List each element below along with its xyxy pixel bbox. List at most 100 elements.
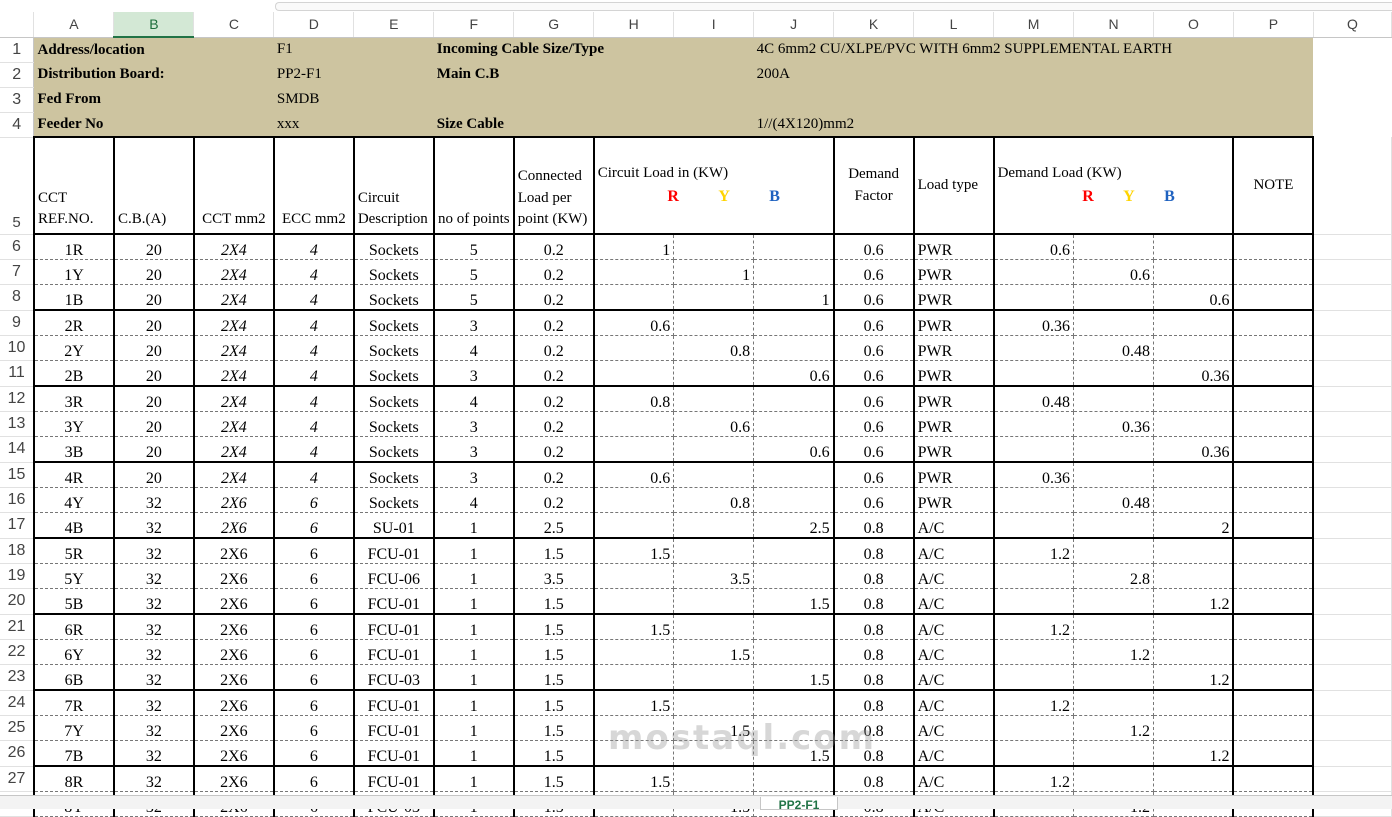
title-cct-mm2[interactable]: CCT mm2 (192, 136, 275, 235)
cell-demand-factor[interactable]: 0.8 (833, 614, 915, 640)
cell-description[interactable]: Sockets (353, 386, 435, 412)
cell-load-type[interactable]: A/C (913, 538, 995, 564)
empty-cell[interactable] (1313, 588, 1392, 615)
cell-load-type[interactable]: PWR (913, 360, 995, 387)
empty-cell[interactable] (1313, 310, 1392, 336)
cell-demand-y[interactable] (1073, 664, 1154, 691)
cell-ecc-mm2[interactable]: 6 (273, 740, 355, 767)
cell-description[interactable]: Sockets (353, 259, 435, 285)
cell-demand-r[interactable] (993, 335, 1075, 361)
cell-demand-r[interactable] (993, 259, 1075, 285)
cell-load-b[interactable]: 1.5 (753, 588, 835, 615)
cell-load-r[interactable] (593, 259, 675, 285)
cell-demand-b[interactable]: 1.2 (1153, 664, 1235, 691)
row-header[interactable]: 22 (0, 639, 35, 665)
row-header[interactable]: 12 (0, 386, 35, 412)
cell-load-type[interactable]: PWR (913, 234, 995, 260)
cell-load-type[interactable]: A/C (913, 715, 995, 741)
column-header[interactable]: E (353, 12, 435, 38)
cell-ecc-mm2[interactable]: 6 (273, 614, 355, 640)
cell-cct-mm2[interactable]: 2X6 (193, 766, 275, 792)
cell-demand-b[interactable] (1153, 538, 1235, 564)
cell-connected-load[interactable]: 0.2 (513, 386, 595, 412)
cell-cct-mm2[interactable]: 2X4 (193, 386, 275, 412)
column-header[interactable]: H (593, 12, 675, 38)
cell-cct-mm2[interactable]: 2X6 (193, 639, 275, 665)
cell-load-b[interactable] (753, 259, 835, 285)
cell-demand-r[interactable]: 1.2 (993, 766, 1075, 792)
cell-load-y[interactable] (673, 462, 755, 488)
cell-load-r[interactable]: 1.5 (593, 614, 675, 640)
cell-demand-y[interactable] (1073, 538, 1154, 564)
cell-demand-r[interactable]: 0.6 (993, 234, 1075, 260)
cell-demand-r[interactable]: 0.48 (993, 386, 1075, 412)
cell-cct-ref[interactable]: 6R (32, 614, 115, 640)
main-cb-value[interactable]: 200A (753, 62, 1314, 87)
empty-cell[interactable] (1313, 234, 1392, 260)
cell-points[interactable]: 1 (433, 639, 515, 665)
row-header[interactable]: 21 (0, 614, 35, 640)
empty-cell[interactable] (1313, 386, 1392, 412)
row-header[interactable]: 23 (0, 664, 35, 691)
cell-demand-factor[interactable]: 0.8 (833, 690, 915, 716)
cell-load-type[interactable]: PWR (913, 335, 995, 361)
row-header[interactable]: 1 (0, 37, 35, 63)
cell-ecc-mm2[interactable]: 4 (273, 284, 355, 311)
fed-from-value[interactable]: SMDB (273, 87, 434, 112)
cell-demand-y[interactable] (1073, 766, 1154, 792)
cell-demand-b[interactable] (1153, 639, 1235, 665)
cell-connected-load[interactable]: 0.2 (513, 234, 595, 260)
empty-cell[interactable] (1313, 335, 1392, 361)
cell-ecc-mm2[interactable]: 4 (273, 259, 355, 285)
cell-demand-b[interactable] (1153, 411, 1235, 437)
cell-description[interactable]: FCU-03 (353, 664, 435, 691)
cell-cct-mm2[interactable]: 2X6 (193, 740, 275, 767)
cell-demand-b[interactable] (1153, 715, 1235, 741)
cell-points[interactable]: 1 (433, 740, 515, 767)
column-header[interactable]: G (513, 12, 595, 38)
column-header[interactable]: F (433, 12, 515, 38)
cell-load-b[interactable] (753, 386, 835, 412)
cell-cct-mm2[interactable]: 2X6 (193, 487, 275, 513)
cell-cb[interactable]: 20 (113, 436, 195, 463)
cell-cct-mm2[interactable]: 2X4 (193, 310, 275, 336)
row-header[interactable]: 7 (0, 259, 35, 285)
column-header[interactable]: O (1153, 12, 1234, 38)
column-header[interactable]: D (273, 12, 355, 38)
cell-points[interactable]: 1 (433, 664, 515, 691)
cell-demand-b[interactable] (1153, 462, 1235, 488)
cell-demand-b[interactable]: 0.36 (1153, 436, 1235, 463)
cell-demand-y[interactable] (1073, 386, 1154, 412)
cell-description[interactable]: SU-01 (353, 512, 435, 539)
cell-load-b[interactable] (753, 766, 835, 792)
cell-note[interactable] (1233, 436, 1315, 463)
cell-points[interactable]: 3 (433, 310, 515, 336)
column-header-selected[interactable]: B (113, 12, 195, 38)
cell-connected-load[interactable]: 0.2 (513, 360, 595, 387)
cell-load-y[interactable]: 0.8 (673, 335, 755, 361)
cell-load-type[interactable]: A/C (913, 512, 995, 539)
cell-load-b[interactable]: 0.6 (753, 436, 835, 463)
cell-load-b[interactable]: 1 (753, 284, 835, 311)
cell-cct-ref[interactable]: 3B (32, 436, 115, 463)
column-header[interactable]: P (1233, 12, 1314, 38)
cell-demand-r[interactable] (993, 740, 1075, 767)
cell-cb[interactable]: 32 (113, 690, 195, 716)
cell-description[interactable]: FCU-01 (353, 639, 435, 665)
cell-load-b[interactable] (753, 310, 835, 336)
cell-note[interactable] (1233, 740, 1315, 767)
cell-load-r[interactable]: 1.5 (593, 538, 675, 564)
cell-cct-ref[interactable]: 7R (32, 690, 115, 716)
cell-ecc-mm2[interactable]: 6 (273, 715, 355, 741)
cell-demand-b[interactable]: 0.36 (1153, 360, 1235, 387)
cell-cct-mm2[interactable]: 2X4 (193, 411, 275, 437)
cell-cb[interactable]: 20 (113, 462, 195, 488)
cell-load-r[interactable]: 0.8 (593, 386, 675, 412)
column-header[interactable]: N (1073, 12, 1154, 38)
cell-connected-load[interactable]: 0.2 (513, 487, 595, 513)
column-header[interactable]: C (193, 12, 275, 38)
cell-load-b[interactable]: 0.6 (753, 360, 835, 387)
empty-cell[interactable] (1313, 740, 1392, 767)
cell-demand-b[interactable] (1153, 335, 1235, 361)
cell-points[interactable]: 3 (433, 411, 515, 437)
